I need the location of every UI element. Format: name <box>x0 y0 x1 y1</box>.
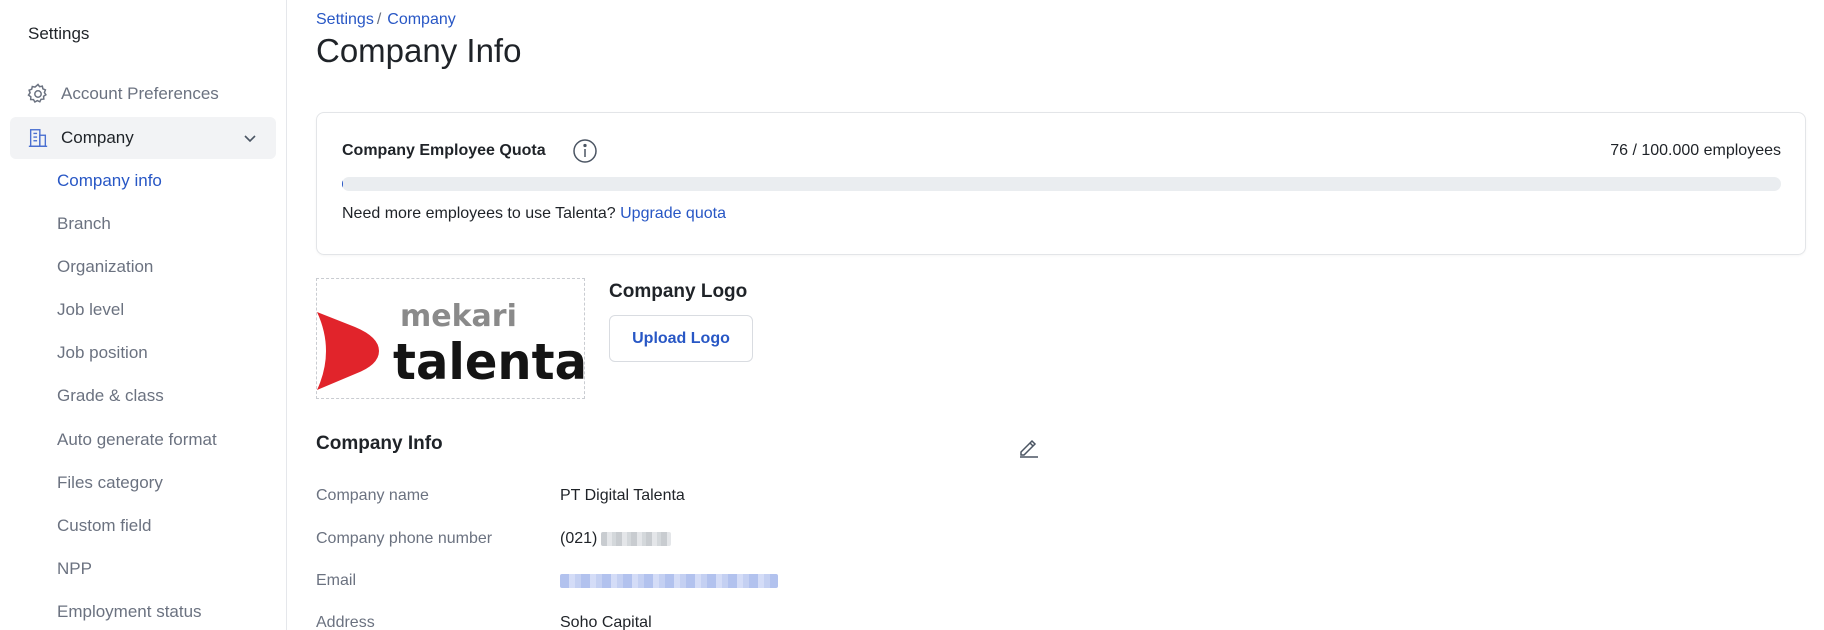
breadcrumb-separator: / <box>376 11 382 28</box>
sidebar-item-label: Company <box>61 128 134 147</box>
sidebar-item-label: Account Preferences <box>61 84 219 103</box>
main-content: Settings / Company Company Info Company Em… <box>316 0 1824 630</box>
gear-icon <box>25 81 51 107</box>
info-value <box>560 572 778 590</box>
sidebar-subitem-branch[interactable]: Branch <box>57 214 111 234</box>
info-key: Company phone number <box>316 530 493 547</box>
settings-sidebar: Settings Account Preferences Company Com… <box>0 0 287 630</box>
sidebar-item-account-preferences[interactable]: Account Preferences <box>10 73 276 115</box>
upgrade-quota-link[interactable]: Upgrade quota <box>620 205 726 222</box>
page-title: Company Info <box>316 32 522 69</box>
sidebar-subitem-job-level[interactable]: Job level <box>57 300 124 320</box>
info-key: Company name <box>316 487 429 504</box>
sidebar-subitem-auto-generate-format[interactable]: Auto generate format <box>57 430 217 450</box>
quota-message-text: Need more employees to use Talenta? <box>342 205 616 222</box>
redacted-email <box>560 573 778 588</box>
info-key: Address <box>316 614 375 630</box>
upload-logo-button[interactable]: Upload Logo <box>609 315 753 362</box>
logo-text-large: talenta <box>393 333 585 391</box>
quota-title: Company Employee Quota <box>342 142 546 159</box>
info-value: (021) <box>560 530 672 548</box>
quota-message: Need more employees to use Talenta? Upgr… <box>342 205 726 223</box>
edit-pencil-icon[interactable] <box>1016 434 1042 460</box>
sidebar-subitem-organization[interactable]: Organization <box>57 257 153 277</box>
quota-progress-fill <box>342 177 344 191</box>
sidebar-item-company[interactable]: Company <box>10 117 276 159</box>
info-value: Soho Capital <box>560 614 652 630</box>
sidebar-subitem-npp[interactable]: NPP <box>57 559 92 579</box>
building-icon <box>25 125 51 151</box>
breadcrumb: Settings / Company <box>316 11 456 29</box>
mekari-talenta-logo: mekari talenta <box>317 299 585 391</box>
redacted-phone <box>601 531 672 546</box>
employee-quota-card: Company Employee Quota 76 / 100.000 empl… <box>316 112 1806 255</box>
sidebar-subitem-custom-field[interactable]: Custom field <box>57 516 151 536</box>
sidebar-subitem-company-info[interactable]: Company info <box>57 171 162 191</box>
breadcrumb-company-link[interactable]: Company <box>387 11 455 28</box>
company-logo-preview: mekari talenta <box>316 278 585 399</box>
info-value: PT Digital Talenta <box>560 487 685 504</box>
sidebar-title: Settings <box>28 24 90 43</box>
sidebar-subitem-employment-status[interactable]: Employment status <box>57 602 202 622</box>
quota-count: 76 / 100.000 employees <box>1610 142 1781 159</box>
quota-progress-bar <box>342 177 1781 191</box>
info-key: Email <box>316 572 357 589</box>
info-icon[interactable] <box>572 138 598 164</box>
sidebar-subitem-grade-class[interactable]: Grade & class <box>57 386 164 406</box>
sidebar-subitem-job-position[interactable]: Job position <box>57 343 148 363</box>
breadcrumb-settings-link[interactable]: Settings <box>316 11 374 28</box>
chevron-down-icon[interactable] <box>242 130 258 151</box>
sidebar-subitem-files-category[interactable]: Files category <box>57 473 163 493</box>
logo-text-small: mekari <box>400 299 517 334</box>
company-logo-heading: Company Logo <box>609 281 748 302</box>
phone-prefix: (021) <box>560 530 598 547</box>
company-info-heading: Company Info <box>316 433 443 454</box>
